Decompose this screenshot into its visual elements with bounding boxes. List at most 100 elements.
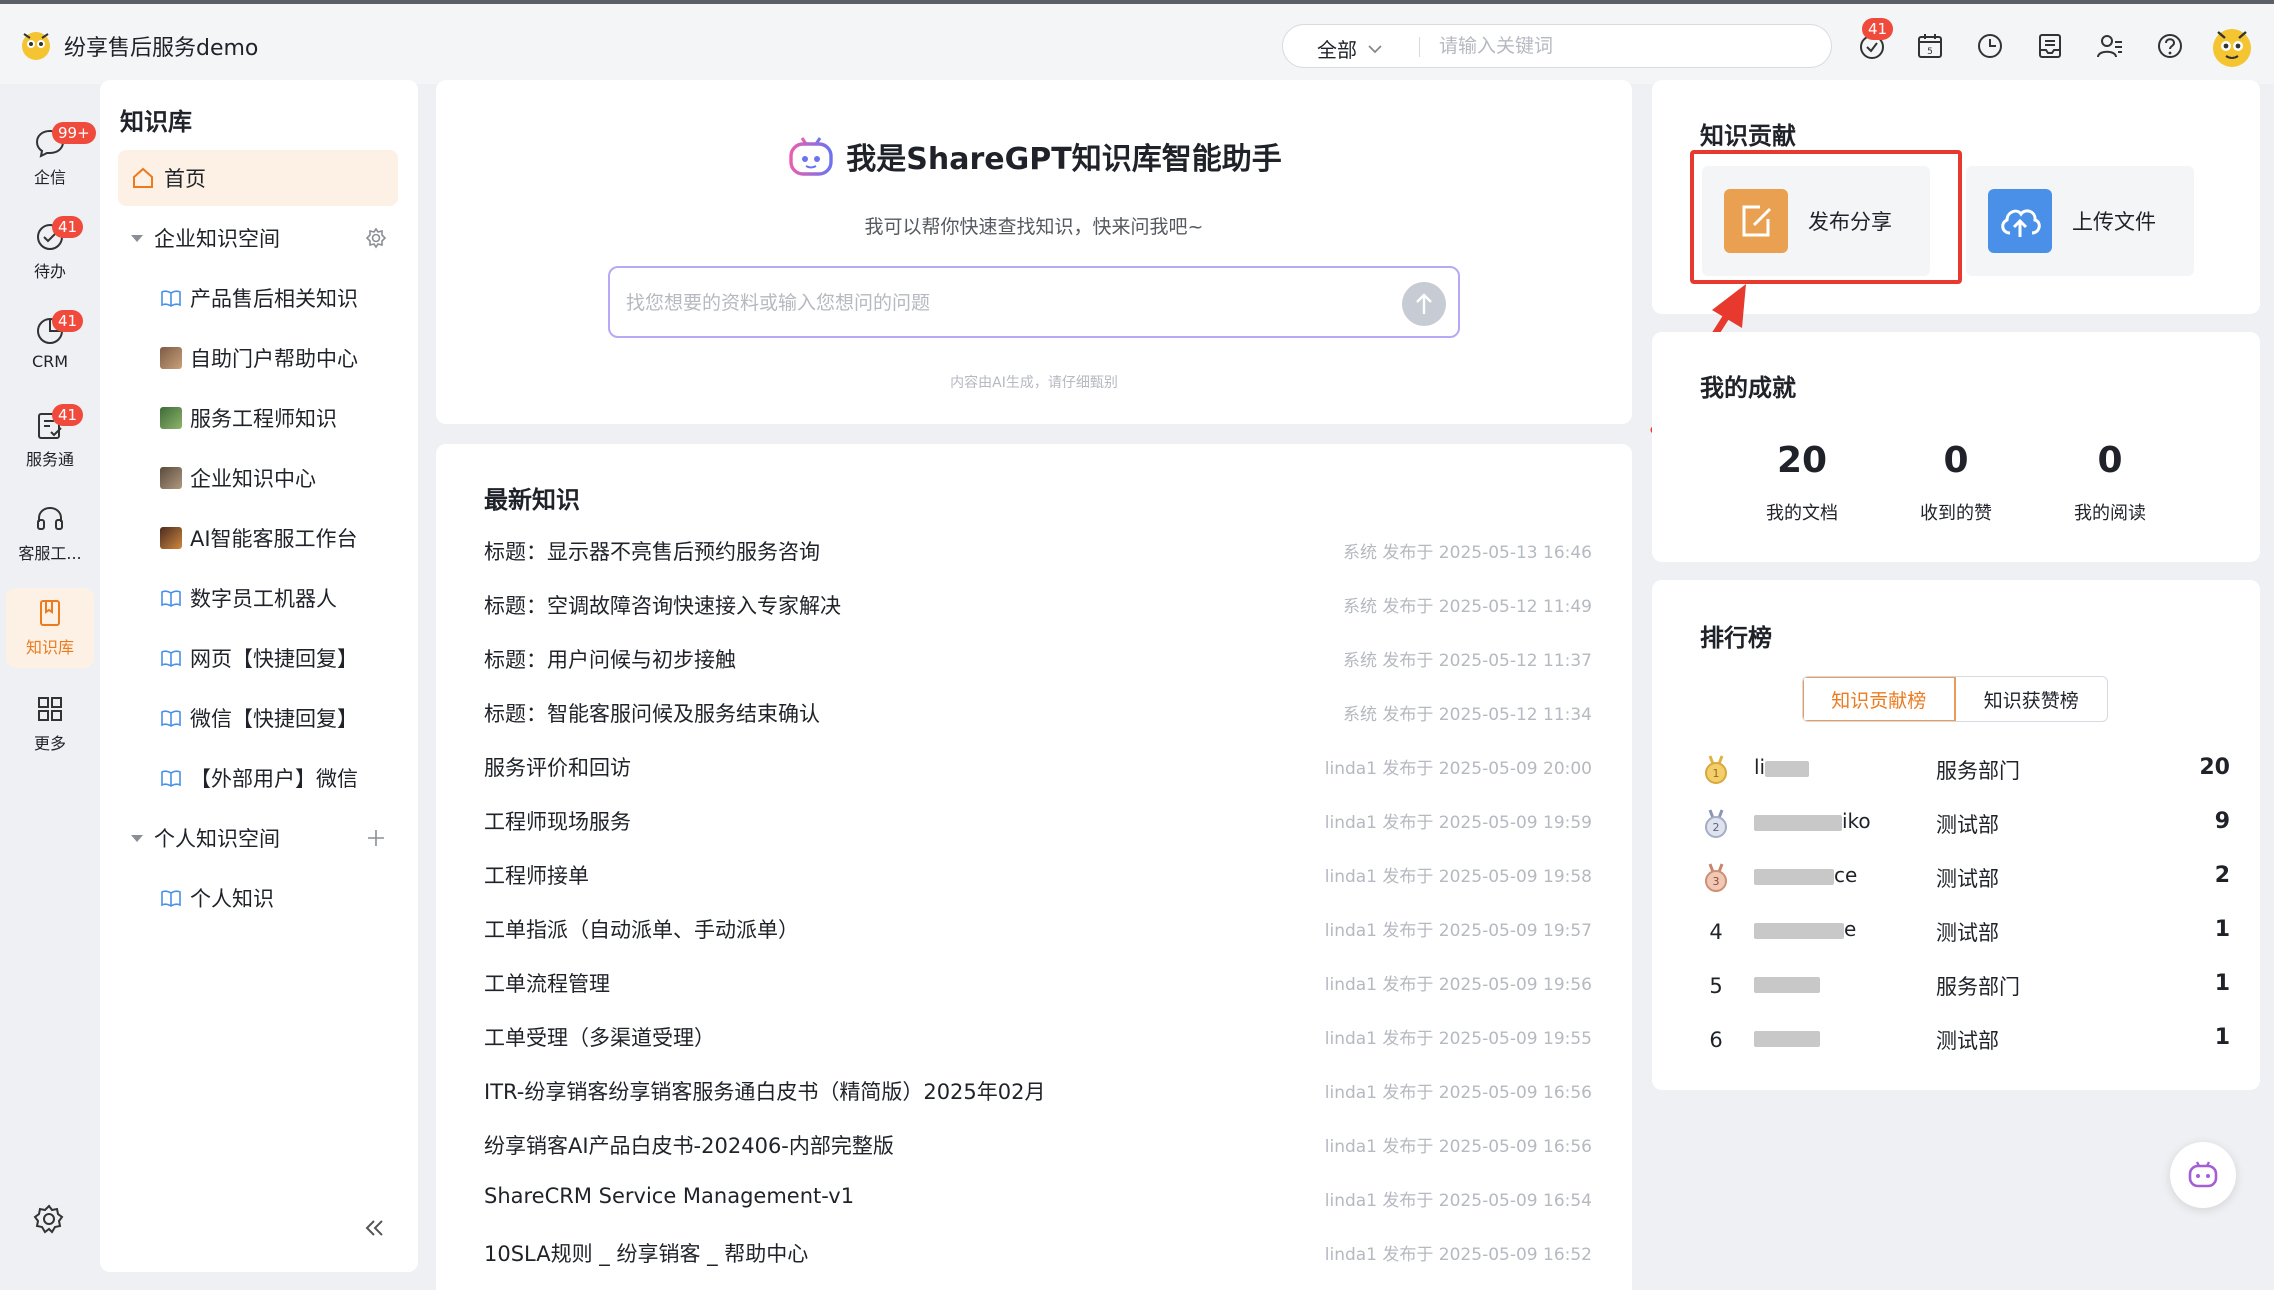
app-logo[interactable]	[16, 24, 56, 64]
knowledge-title: 工单流程管理	[484, 972, 610, 996]
rank-name	[1754, 971, 1820, 995]
rank-row[interactable]: 1 li 服务部门 20	[1700, 750, 2230, 790]
send-button[interactable]	[1402, 282, 1446, 326]
assistant-fab[interactable]	[2170, 1142, 2236, 1208]
plus-icon[interactable]	[364, 826, 388, 850]
settings-icon[interactable]	[32, 1202, 66, 1236]
latest-title: 最新知识	[484, 486, 580, 514]
tree-item-kb[interactable]: 【外部用户】微信	[118, 750, 398, 806]
list-item[interactable]: 纷享销客AI产品白皮书-202406-内部完整版 linda1 发布于 2025-…	[484, 1124, 1592, 1164]
gold-medal-icon: 1	[1705, 755, 1727, 784]
tree-title: 知识库	[120, 108, 192, 136]
global-search: 全部	[1282, 24, 1832, 68]
tree-item-kb[interactable]: 网页【快捷回复】	[118, 630, 398, 686]
svg-text:1: 1	[1713, 767, 1720, 780]
rail-label: 企信	[33, 168, 66, 187]
rank-dept: 测试部	[1936, 1029, 1999, 1053]
knowledge-title: 标题：空调故障咨询快速接入专家解决	[484, 594, 841, 618]
caret-down-icon	[131, 835, 143, 842]
book-icon	[161, 650, 181, 667]
svg-text:3: 3	[1713, 875, 1720, 888]
rank-row[interactable]: 4 e 测试部 1	[1700, 912, 2230, 952]
list-item[interactable]: 10SLA规则 _ 纷享销客 _ 帮助中心 linda1 发布于 2025-05-…	[484, 1232, 1592, 1272]
list-item[interactable]: 标题：用户问候与初步接触 系统 发布于 2025-05-12 11:37	[484, 638, 1592, 678]
book-icon	[161, 290, 181, 307]
clock-icon[interactable]	[1974, 30, 2006, 62]
tree-item-kb[interactable]: 个人知识	[118, 870, 398, 926]
rail-badge: 41	[52, 404, 84, 426]
stat-label: 收到的赞	[1920, 503, 1992, 524]
list-item[interactable]: 标题：空调故障咨询快速接入专家解决 系统 发布于 2025-05-12 11:49	[484, 584, 1592, 624]
list-item[interactable]: 工程师接单 linda1 发布于 2025-05-09 19:58	[484, 854, 1592, 894]
search-scope-label: 全部	[1317, 38, 1357, 62]
tree-item-label: 个人知识空间	[154, 827, 280, 851]
list-item[interactable]: 工单指派（自动派单、手动派单） linda1 发布于 2025-05-09 19:…	[484, 908, 1592, 948]
space-thumbnail	[160, 347, 182, 369]
tree-item-kb[interactable]: 企业知识中心	[118, 450, 398, 506]
knowledge-title: 标题：智能客服问候及服务结束确认	[484, 702, 820, 726]
rail-item-knowledge[interactable]: 知识库	[6, 588, 94, 668]
tree-item-kb[interactable]: 数字员工机器人	[118, 570, 398, 626]
tree-group-enterprise[interactable]: 企业知识空间	[118, 210, 398, 266]
list-item[interactable]: ITR-纷享销客纷享销客服务通白皮书（精简版）2025年02月 linda1 发布…	[484, 1070, 1592, 1110]
gear-icon[interactable]	[364, 226, 388, 250]
rail-item-customer-service[interactable]: 客服工...	[6, 494, 94, 574]
list-item[interactable]: 工单流程管理 linda1 发布于 2025-05-09 19:56	[484, 962, 1592, 1002]
knowledge-title: 工单受理（多渠道受理）	[484, 1026, 715, 1050]
tree-item-label: 网页【快捷回复】	[190, 647, 358, 671]
stat-documents[interactable]: 20 我的文档	[1722, 440, 1882, 525]
assistant-subtitle: 我可以帮你快速查找知识，快来问我吧~	[864, 216, 1204, 238]
tab-likes[interactable]: 知识获赞榜	[1956, 677, 2108, 721]
knowledge-title: 标题：用户问候与初步接触	[484, 648, 736, 672]
tree-item-kb[interactable]: 产品售后相关知识	[118, 270, 398, 326]
search-scope-select[interactable]: 全部	[1317, 34, 1383, 63]
ask-input[interactable]	[626, 286, 1366, 320]
rank-row[interactable]: 6 测试部 1	[1700, 1020, 2230, 1060]
list-item[interactable]: 工单受理（多渠道受理） linda1 发布于 2025-05-09 19:55	[484, 1016, 1592, 1056]
rank-row[interactable]: 5 服务部门 1	[1700, 966, 2230, 1006]
stat-likes[interactable]: 0 收到的赞	[1876, 440, 2036, 525]
rank-row[interactable]: 3 ce 测试部 2	[1700, 858, 2230, 898]
list-item[interactable]: ShareCRM Service Management-v1 linda1 发布于…	[484, 1178, 1592, 1218]
inbox-icon[interactable]	[2034, 30, 2066, 62]
user-avatar[interactable]	[2208, 22, 2256, 70]
search-divider	[1419, 37, 1420, 57]
tree-item-label: 产品售后相关知识	[190, 287, 358, 311]
rail-item-more[interactable]: 更多	[6, 684, 94, 764]
calendar-icon[interactable]: 5	[1914, 30, 1946, 62]
tree-item-label: AI智能客服工作台	[190, 527, 358, 551]
rank-position: 5	[1709, 974, 1723, 998]
highlight-annotation	[1690, 150, 1962, 284]
tree-item-kb[interactable]: 自助门户帮助中心	[118, 330, 398, 386]
rail-label: 知识库	[25, 638, 74, 657]
tree-item-kb[interactable]: AI智能客服工作台	[118, 510, 398, 566]
book-icon	[161, 770, 181, 787]
knowledge-meta: linda1 发布于 2025-05-09 19:56	[1324, 975, 1592, 995]
tree-group-personal[interactable]: 个人知识空间	[118, 810, 398, 866]
rank-dept: 服务部门	[1936, 975, 2020, 999]
rank-dept: 服务部门	[1936, 759, 2020, 783]
stat-reads[interactable]: 0 我的阅读	[2030, 440, 2190, 525]
headset-icon	[37, 506, 63, 530]
help-icon[interactable]	[2154, 30, 2186, 62]
collapse-sidebar-icon[interactable]	[358, 1212, 390, 1244]
search-input[interactable]	[1439, 30, 1809, 62]
list-item[interactable]: 标题：智能客服问候及服务结束确认 系统 发布于 2025-05-12 11:34	[484, 692, 1592, 732]
grid-icon	[38, 697, 62, 721]
tree-item-home[interactable]: 首页	[118, 150, 398, 206]
space-thumbnail	[160, 467, 182, 489]
knowledge-meta: 系统 发布于 2025-05-13 16:46	[1343, 543, 1592, 563]
tab-contribution[interactable]: 知识贡献榜	[1803, 677, 1956, 721]
list-item[interactable]: 服务评价和回访 linda1 发布于 2025-05-09 20:00	[484, 746, 1592, 786]
tree-item-kb[interactable]: 微信【快捷回复】	[118, 690, 398, 746]
knowledge-meta: linda1 发布于 2025-05-09 16:56	[1324, 1083, 1592, 1103]
knowledge-meta: linda1 发布于 2025-05-09 16:52	[1324, 1245, 1592, 1265]
tree-item-label: 企业知识中心	[190, 467, 316, 491]
upload-file-button[interactable]: 上传文件	[1966, 166, 2194, 276]
tree-item-kb[interactable]: 服务工程师知识	[118, 390, 398, 446]
list-item[interactable]: 标题：显示器不亮售后预约服务咨询 系统 发布于 2025-05-13 16:46	[484, 530, 1592, 570]
rank-row[interactable]: 2 iko 测试部 9	[1700, 804, 2230, 844]
tree-item-label: 微信【快捷回复】	[190, 707, 358, 731]
contacts-icon[interactable]	[2094, 30, 2126, 62]
list-item[interactable]: 工程师现场服务 linda1 发布于 2025-05-09 19:59	[484, 800, 1592, 840]
